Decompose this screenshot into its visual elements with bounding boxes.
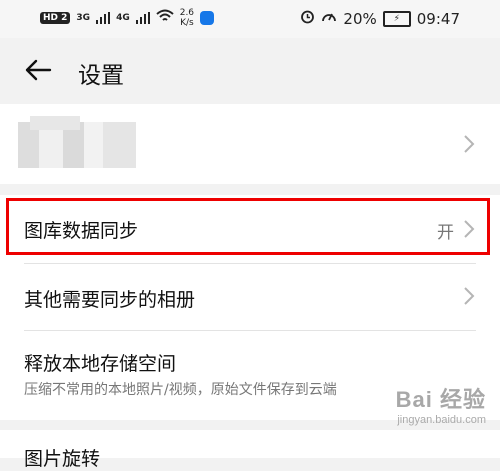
speed-value: 2.6: [179, 8, 195, 18]
other-albums-label: 其他需要同步的相册: [24, 289, 196, 311]
status-bar: HD 2 3G 4G 2.6 K/s 20% ⚡ 09:47: [0, 0, 500, 38]
power-saving-icon: [321, 9, 337, 28]
speed-unit: K/s: [180, 18, 194, 28]
page-title: 设置: [78, 63, 124, 89]
watermark-logo: Bai 经验: [395, 387, 486, 412]
signal-3g-label: 3G: [76, 13, 91, 23]
clock: 09:47: [416, 9, 460, 28]
account-card[interactable]: [0, 104, 500, 184]
image-rotation-card[interactable]: 图片旋转: [0, 430, 500, 470]
wifi-icon: [156, 9, 174, 27]
watermark-url: jingyan.baidu.com: [397, 414, 486, 426]
gallery-sync-status: 开: [437, 223, 454, 243]
signal-4g-label: 4G: [116, 13, 130, 23]
status-right: 20% ⚡ 09:47: [300, 9, 460, 28]
chevron-right-icon: [462, 219, 476, 239]
status-left: HD 2 3G 4G 2.6 K/s: [40, 8, 215, 28]
gallery-sync-row[interactable]: 图库数据同步 开: [0, 195, 500, 263]
app-header: 设置: [0, 38, 500, 104]
battery-icon: ⚡: [382, 10, 411, 27]
network-speed: 2.6 K/s: [180, 8, 194, 28]
blurred-account-name: [30, 116, 80, 130]
alarm-icon: [300, 9, 315, 28]
baidu-watermark: Bai 经验 jingyan.baidu.com: [396, 382, 486, 426]
free-up-storage-label: 释放本地存储空间: [24, 353, 177, 375]
chevron-right-icon: [462, 134, 476, 154]
chevron-right-icon: [462, 286, 476, 306]
arrow-left-icon[interactable]: [24, 58, 52, 82]
signal-bars-2-icon: [135, 12, 150, 24]
gallery-sync-label: 图库数据同步: [24, 220, 139, 242]
hd-badge: HD 2: [40, 12, 71, 24]
battery-percent: 20%: [343, 9, 377, 28]
app-notification-icon: [200, 11, 215, 25]
signal-bars-icon: [96, 12, 111, 24]
free-up-storage-description: 压缩不常用的本地照片/视频，原始文件保存到云端: [24, 382, 337, 398]
other-albums-row[interactable]: 其他需要同步的相册: [0, 264, 500, 330]
